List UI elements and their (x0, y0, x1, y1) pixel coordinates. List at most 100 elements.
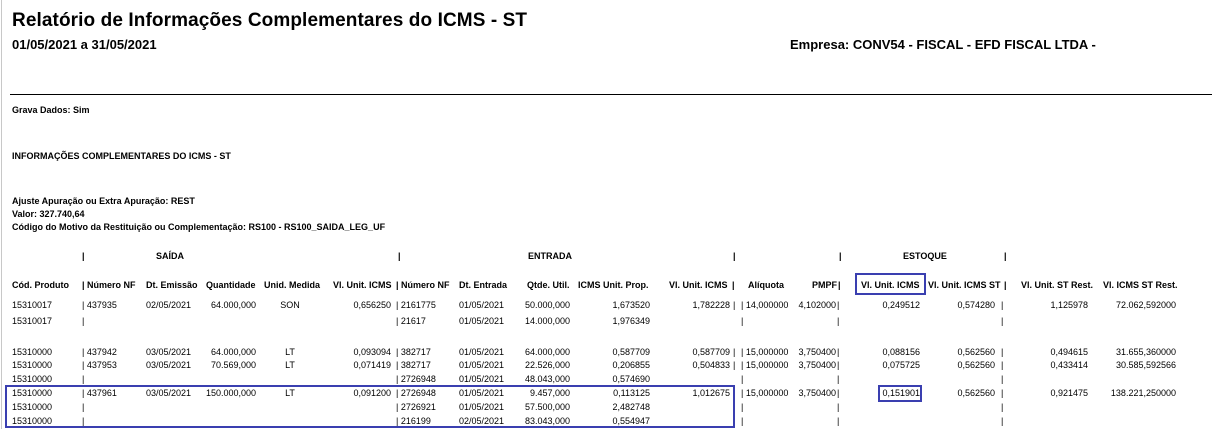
row-separator: | (837, 316, 840, 326)
cell-nf-entrada: | 382717 (396, 360, 431, 370)
cell-vl-icms-st-rest: 138.221,250000 (1110, 388, 1176, 398)
codigo-motivo: Código do Motivo da Restituição ou Compl… (12, 222, 386, 232)
group-separator: | (1004, 251, 1007, 261)
cell-aliquota: | (741, 374, 744, 384)
cell-cod: 15310017 (12, 300, 53, 310)
valor: Valor: 327.740,64 (12, 209, 85, 219)
group-estoque: ESTOQUE (903, 251, 947, 261)
report-period: 01/05/2021 a 31/05/2021 (12, 37, 157, 52)
col-quantidade: Quantidade (206, 280, 256, 290)
row-separator: | (1001, 300, 1004, 310)
page-title: Relatório de Informações Complementares … (12, 10, 528, 31)
cell-vl-icms-st: 0,562560 (957, 347, 995, 357)
cell-pmpf: 3,750400 (798, 360, 836, 370)
col-dt-emissao: Dt. Emissão (146, 280, 198, 290)
group-separator: | (839, 251, 842, 261)
cell-vl-icms-entrada: 0,587709 (692, 347, 730, 357)
col-separator: | (732, 280, 735, 290)
cell-vl-icms-entrada: 0,504833 (692, 360, 730, 370)
cell-icms-prop: 1,673520 (612, 300, 650, 310)
cell-nf-saida: | (82, 374, 85, 384)
cell-vl-icms-saida: 0,656250 (353, 300, 391, 310)
row-separator: | (837, 300, 840, 310)
cell-vl-icms-st-rest: 31.655,360000 (1115, 347, 1176, 357)
row-separator: | (837, 347, 840, 357)
cell-qtd: 70.569,000 (210, 360, 256, 370)
col-dt-entrada: Dt. Entrada (459, 280, 508, 290)
col-qtde-util: Qtde. Util. (527, 280, 570, 290)
cell-qtde-util: 48.043,000 (524, 374, 570, 384)
cell-icms-prop: 0,574690 (612, 374, 650, 384)
cell-pmpf: 3,750400 (798, 347, 836, 357)
row-separator: | (1001, 347, 1004, 357)
col-cod-produto: Cód. Produto (12, 280, 69, 290)
col-vl-unit-st-rest: Vl. Unit. ST Rest. (1021, 280, 1094, 290)
cell-vl-icms-st: 0,562560 (957, 360, 995, 370)
cell-icms-prop: 0,587709 (612, 347, 650, 357)
col-vl-unit-icms-saida: Vl. Unit. ICMS (333, 280, 392, 290)
row-separator: | (837, 388, 840, 398)
cell-unid: SON (280, 300, 300, 310)
cell-vl-icms-st-rest: 72.062,592000 (1115, 300, 1176, 310)
col-separator: | (82, 280, 85, 290)
row-separator: | (733, 300, 736, 310)
cell-icms-prop: 0,206855 (612, 360, 650, 370)
cell-qtd: 64.000,000 (210, 300, 256, 310)
row-separator: | (1001, 374, 1004, 384)
col-aliquota: Alíquota (748, 280, 784, 290)
col-vl-unit-icms-entrada: Vl. Unit. ICMS (669, 280, 728, 290)
cell-qtde-util: 50.000,000 (524, 300, 570, 310)
cell-icms-prop: 1,976349 (612, 316, 650, 326)
row-separator: | (1001, 316, 1004, 326)
cell-nf-saida: | 437942 (82, 347, 117, 357)
company-name: Empresa: CONV54 - FISCAL - EFD FISCAL LT… (790, 37, 1096, 52)
col-pmpf: PMPF (812, 280, 838, 290)
cell-vl-st-rest: 0,494615 (1050, 347, 1088, 357)
cell-aliquota: | (741, 316, 744, 326)
row-separator: | (837, 402, 840, 412)
page-left-edge (1, 0, 2, 429)
cell-aliquota: | (741, 416, 744, 426)
cell-vl-icms-st-rest: 30.585,592566 (1115, 360, 1176, 370)
row-separator: | (1001, 402, 1004, 412)
col-separator: | (1004, 280, 1007, 290)
cell-nf-entrada: | 2726948 (396, 374, 436, 384)
highlight-box-rows (5, 385, 735, 428)
cell-unid: LT (285, 347, 295, 357)
cell-qtd: 64.000,000 (210, 347, 256, 357)
cell-vl-icms-entrada: 1,782228 (692, 300, 730, 310)
row-separator: | (1001, 360, 1004, 370)
row-separator: | (837, 374, 840, 384)
col-unid-medida: Unid. Medida (264, 280, 320, 290)
highlight-box-value (878, 385, 922, 402)
cell-qtde-util: 22.526,000 (524, 360, 570, 370)
cell-nf-entrada: | 382717 (396, 347, 431, 357)
cell-vl-icms-saida: 0,071419 (353, 360, 391, 370)
cell-nf-saida: | 437953 (82, 360, 117, 370)
col-separator: | (838, 280, 841, 290)
cell-vl-icms-st: 0,562560 (957, 388, 995, 398)
row-separator: | (837, 360, 840, 370)
section-title: INFORMAÇÕES COMPLEMENTARES DO ICMS - ST (12, 151, 231, 161)
cell-qtde-util: 14.000,000 (524, 316, 570, 326)
group-saida: SAÍDA (156, 251, 185, 261)
cell-vl-icms-estoque: 0,075725 (882, 360, 920, 370)
col-vl-icms-st-rest: Vl. ICMS ST Rest. (1103, 280, 1178, 290)
cell-vl-icms-estoque: 0,088156 (882, 347, 920, 357)
cell-pmpf: 4,102000 (798, 300, 836, 310)
cell-cod: 15310000 (12, 374, 53, 384)
cell-cod: 15310017 (12, 316, 53, 326)
cell-nf-saida: | 437935 (82, 300, 117, 310)
col-icms-unit-prop: ICMS Unit. Prop. (578, 280, 649, 290)
cell-nf-entrada: | 21617 (396, 316, 426, 326)
col-numero-nf-entrada: Número NF (401, 280, 450, 290)
group-separator: | (398, 251, 401, 261)
row-separator: | (1001, 416, 1004, 426)
cell-qtde-util: 64.000,000 (524, 347, 570, 357)
header-divider (10, 94, 1212, 95)
col-separator: | (396, 280, 399, 290)
cell-vl-icms-saida: 0,093094 (353, 347, 391, 357)
cell-unid: LT (285, 360, 295, 370)
cell-nf-saida: | (82, 316, 85, 326)
row-separator: | (837, 416, 840, 426)
